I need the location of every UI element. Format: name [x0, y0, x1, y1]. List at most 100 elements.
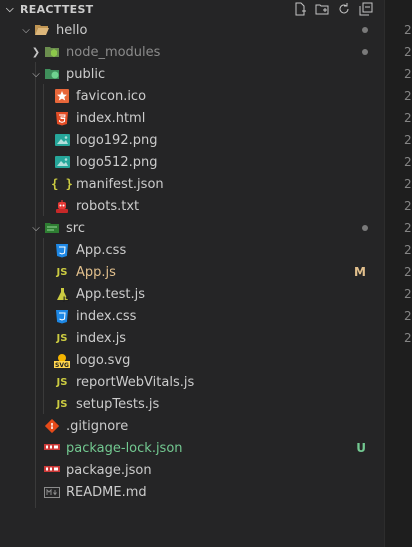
src-folder-icon: [44, 220, 60, 236]
node-folder-icon: [44, 44, 60, 60]
tree-label: robots.txt: [76, 198, 140, 214]
line-number: 2: [404, 243, 412, 257]
tree-label: reportWebVitals.js: [76, 374, 195, 390]
public-folder-icon: [44, 66, 60, 82]
tree-label: App.css: [76, 242, 127, 258]
tree-label: index.js: [76, 330, 127, 346]
tree-folder-src[interactable]: ⌵ src: [0, 217, 384, 239]
tree-label: index.html: [76, 110, 146, 126]
git-untracked-badge: U: [356, 441, 366, 455]
line-number: 2: [404, 287, 412, 301]
line-number: 2: [404, 45, 412, 59]
tree-folder-public[interactable]: ⌵ public: [0, 63, 384, 85]
tree-file-report-web-vitals[interactable]: JS reportWebVitals.js: [0, 371, 384, 393]
tree-file-app-js[interactable]: JS App.js M: [0, 261, 384, 283]
css3-icon: [54, 308, 70, 324]
refresh-icon[interactable]: [336, 1, 352, 17]
tree-label: README.md: [66, 484, 147, 500]
robot-icon: [54, 198, 70, 214]
tree-file-index-js[interactable]: JS index.js: [0, 327, 384, 349]
line-number: 2: [404, 111, 412, 125]
tree-label: public: [66, 66, 106, 82]
line-number: 2: [404, 67, 412, 81]
tree-file-index-css[interactable]: index.css: [0, 305, 384, 327]
star-icon: [54, 88, 70, 104]
markdown-icon: [44, 484, 60, 500]
chevron-down-icon: ⌵: [32, 222, 40, 234]
tree-label: logo192.png: [76, 132, 158, 148]
tree-label: index.css: [76, 308, 137, 324]
tree-file-logo192[interactable]: logo192.png: [0, 129, 384, 151]
tree-file-package-lock[interactable]: package-lock.json U: [0, 437, 384, 459]
javascript-icon: JS: [56, 332, 68, 344]
tree-file-gitignore[interactable]: .gitignore: [0, 415, 384, 437]
javascript-icon: JS: [56, 398, 68, 410]
line-number: 2: [404, 23, 412, 37]
workspace-title: REACTTEST: [20, 2, 94, 16]
svg-text:SVG: SVG: [55, 362, 69, 368]
tree-label: logo.svg: [76, 352, 131, 368]
new-file-icon[interactable]: [292, 1, 308, 17]
tree-label: node_modules: [66, 44, 161, 60]
new-folder-icon[interactable]: [314, 1, 330, 17]
tree-label: logo512.png: [76, 154, 158, 170]
tree-file-logo-svg[interactable]: SVG logo.svg: [0, 349, 384, 371]
html5-icon: [54, 110, 70, 126]
line-number: 2: [404, 221, 412, 235]
tree-label: hello: [56, 22, 88, 38]
git-icon: [44, 418, 60, 434]
explorer-actions: [292, 0, 374, 18]
json-braces-icon: { }: [51, 177, 73, 191]
tree-file-index-html[interactable]: index.html: [0, 107, 384, 129]
npm-icon: [44, 440, 60, 456]
tree-label: App.test.js: [76, 286, 146, 302]
line-number: 2: [404, 265, 412, 279]
line-number: 2: [404, 331, 412, 345]
status-dot: [362, 225, 368, 231]
status-dot: [362, 27, 368, 33]
tree-label: package-lock.json: [66, 440, 183, 456]
svg-icon: SVG: [54, 352, 70, 368]
line-number: 2: [404, 309, 412, 323]
tree-file-app-css[interactable]: App.css: [0, 239, 384, 261]
tree-folder-hello[interactable]: ⌵ hello: [0, 19, 384, 41]
tree-file-robots[interactable]: robots.txt: [0, 195, 384, 217]
tree-file-readme[interactable]: README.md: [0, 481, 384, 503]
line-number: 2: [404, 133, 412, 147]
tree-file-favicon[interactable]: favicon.ico: [0, 85, 384, 107]
explorer-panel: ⌵ REACTTEST ⌵ hello ❯ node_modules ⌵ pub…: [0, 0, 384, 547]
collapse-all-icon[interactable]: [358, 1, 374, 17]
tree-file-logo512[interactable]: logo512.png: [0, 151, 384, 173]
tree-file-app-test[interactable]: JS App.test.js: [0, 283, 384, 305]
tree-file-manifest[interactable]: { } manifest.json: [0, 173, 384, 195]
tree-label: .gitignore: [66, 418, 129, 434]
chevron-down-icon: ⌵: [32, 68, 40, 80]
line-number: 2: [404, 177, 412, 191]
tree-label: package.json: [66, 462, 152, 478]
svg-text:JS: JS: [62, 296, 70, 302]
tree-file-package-json[interactable]: package.json: [0, 459, 384, 481]
javascript-icon: JS: [56, 266, 68, 278]
tree-label: App.js: [76, 264, 116, 280]
line-number: 2: [404, 199, 412, 213]
tree-label: src: [66, 220, 85, 236]
chevron-down-icon: ⌵: [6, 3, 14, 15]
explorer-section-header[interactable]: ⌵ REACTTEST: [0, 0, 384, 18]
chevron-down-icon: ⌵: [22, 24, 30, 36]
javascript-icon: JS: [56, 376, 68, 388]
tree-label: favicon.ico: [76, 88, 147, 104]
npm-icon: [44, 462, 60, 478]
chevron-right-icon: ❯: [31, 46, 41, 58]
git-modified-badge: M: [354, 265, 366, 279]
folder-open-icon: [34, 22, 50, 38]
line-number: 2: [404, 89, 412, 103]
tree-file-setup-tests[interactable]: JS setupTests.js: [0, 393, 384, 415]
line-number: 2: [404, 155, 412, 169]
image-icon: [54, 154, 70, 170]
tree-folder-node-modules[interactable]: ❯ node_modules: [0, 41, 384, 63]
css3-icon: [54, 242, 70, 258]
tree-label: manifest.json: [76, 176, 164, 192]
test-js-icon: JS: [54, 286, 70, 302]
image-icon: [54, 132, 70, 148]
tree-label: setupTests.js: [76, 396, 160, 412]
